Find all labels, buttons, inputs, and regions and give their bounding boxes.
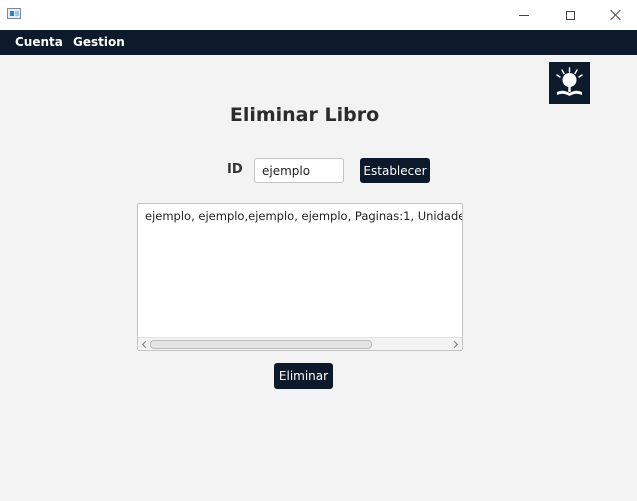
tree-book-logo-icon	[556, 67, 583, 96]
minimize-button[interactable]	[501, 0, 547, 30]
id-input[interactable]	[254, 158, 344, 183]
page-title: Eliminar Libro	[229, 104, 380, 126]
app-window-icon	[7, 8, 21, 19]
maximize-button[interactable]	[547, 0, 593, 30]
chevron-left-icon	[141, 340, 150, 348]
book-details-text: ejemplo, ejemplo,ejemplo, ejemplo, Pagin…	[145, 209, 462, 223]
chevron-right-icon	[450, 340, 459, 348]
menu-cuenta[interactable]: Cuenta	[15, 30, 63, 55]
scroll-left-arrow[interactable]	[138, 338, 150, 350]
horizontal-scrollbar[interactable]	[138, 337, 462, 350]
menu-gestion[interactable]: Gestion	[73, 30, 125, 55]
menu-bar: Cuenta Gestion	[0, 30, 637, 55]
close-button[interactable]	[593, 0, 637, 30]
close-icon	[610, 9, 622, 21]
establecer-button[interactable]: Establecer	[360, 158, 430, 183]
library-logo	[549, 62, 590, 104]
scrollbar-thumb[interactable]	[150, 340, 372, 349]
maximize-icon	[565, 10, 575, 20]
scroll-right-arrow[interactable]	[450, 338, 462, 350]
eliminar-button[interactable]: Eliminar	[274, 363, 333, 389]
window-titlebar	[0, 0, 637, 30]
book-details-textarea[interactable]: ejemplo, ejemplo,ejemplo, ejemplo, Pagin…	[137, 203, 463, 351]
minimize-icon	[519, 14, 529, 16]
id-label: ID	[227, 162, 243, 177]
